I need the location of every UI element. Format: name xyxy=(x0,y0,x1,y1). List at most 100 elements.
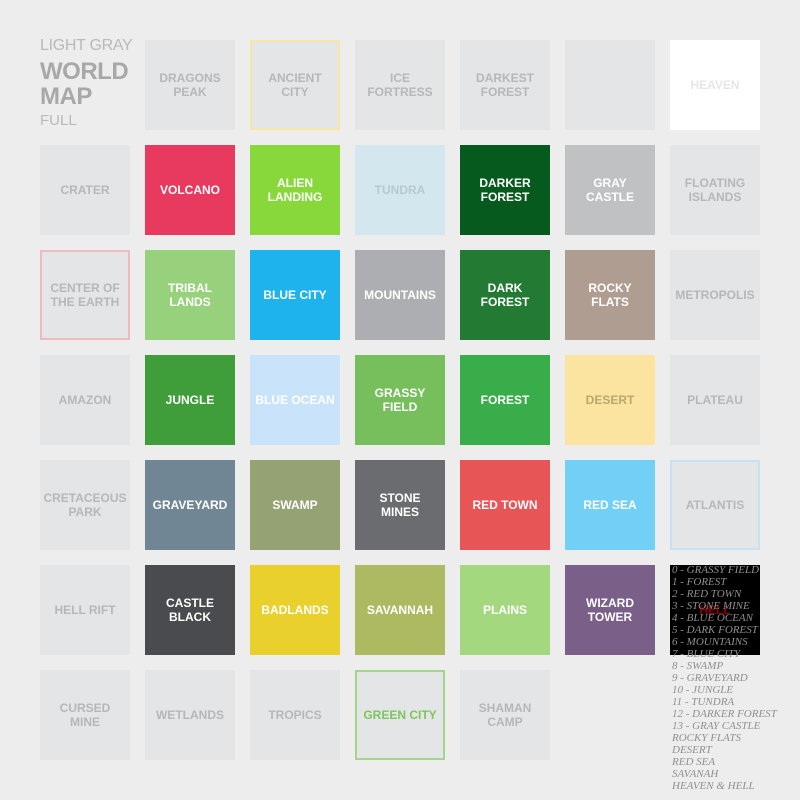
tile-label: FLOATING ISLANDS xyxy=(684,176,746,204)
tile-mountains[interactable]: MOUNTAINS xyxy=(355,250,445,340)
tile-darkest-forest[interactable]: DARKEST FOREST xyxy=(460,40,550,130)
tile-tribal-lands[interactable]: TRIBAL LANDS xyxy=(145,250,235,340)
tile-label: PLATEAU xyxy=(687,393,743,407)
tile-gray-castle[interactable]: GRAY CASTLE xyxy=(565,145,655,235)
tile-wizard-tower[interactable]: WIZARD TOWER xyxy=(565,565,655,655)
tile-savannah[interactable]: SAVANNAH xyxy=(355,565,445,655)
legend-entry: 7 - BLUE CITY xyxy=(672,648,741,660)
legend-entry: ROCKY FLATS xyxy=(672,732,741,744)
tile-cursed-mine[interactable]: CURSED MINE xyxy=(40,670,130,760)
tile-tropics[interactable]: TROPICS xyxy=(250,670,340,760)
tile-label: RED SEA xyxy=(583,498,637,512)
tile-center-of-the-earth[interactable]: CENTER OF THE EARTH xyxy=(40,250,130,340)
tile-label: RED TOWN xyxy=(472,498,538,512)
tile-label: BADLANDS xyxy=(261,603,329,617)
tile-label: ROCKY FLATS xyxy=(588,281,632,309)
legend-entry: 12 - DARKER FOREST xyxy=(672,708,777,720)
tile-label: HELL RIFT xyxy=(54,603,116,617)
tile-cretaceous-park[interactable]: CRETACEOUS PARK xyxy=(40,460,130,550)
tile-wetlands[interactable]: WETLANDS xyxy=(145,670,235,760)
tile-label: CENTER OF THE EARTH xyxy=(50,281,120,309)
tile-dark-forest[interactable]: DARK FOREST xyxy=(460,250,550,340)
tile-green-city[interactable]: GREEN CITY xyxy=(355,670,445,760)
tile-label: JUNGLE xyxy=(165,393,215,407)
tile-darker-forest[interactable]: DARKER FOREST xyxy=(460,145,550,235)
map-title: LIGHT GRAY WORLD MAP FULL xyxy=(40,37,140,129)
tile-rocky-flats[interactable]: ROCKY FLATS xyxy=(565,250,655,340)
tile-metropolis[interactable]: METROPOLIS xyxy=(670,250,760,340)
title-line-map: MAP xyxy=(40,83,92,110)
tile-ancient-city[interactable]: ANCIENT CITY xyxy=(250,40,340,130)
tile-ice-fortress[interactable]: ICE FORTRESS xyxy=(355,40,445,130)
legend-entry: 11 - TUNDRA xyxy=(672,696,735,708)
tile-label: TRIBAL LANDS xyxy=(168,281,212,309)
legend-entry: SAVANAH xyxy=(672,768,719,780)
tile-label: BLUE CITY xyxy=(263,288,327,302)
tile-label: MOUNTAINS xyxy=(364,288,436,302)
tile-graveyard[interactable]: GRAVEYARD xyxy=(145,460,235,550)
tile-blue-ocean[interactable]: BLUE OCEAN xyxy=(250,355,340,445)
tile-label: ATLANTIS xyxy=(685,498,745,512)
tile-label: ANCIENT CITY xyxy=(268,71,322,99)
tile-shaman-camp[interactable]: SHAMAN CAMP xyxy=(460,670,550,760)
tile-desert[interactable]: DESERT xyxy=(565,355,655,445)
legend-entry: 6 - MOUNTAINS xyxy=(672,636,748,648)
tile-label: FOREST xyxy=(480,393,530,407)
tile-hell-rift[interactable]: HELL RIFT xyxy=(40,565,130,655)
title-line-world: WORLD xyxy=(40,58,129,85)
tile-label: TUNDRA xyxy=(374,183,426,197)
tile-label: CRATER xyxy=(60,183,110,197)
tile-label: WIZARD TOWER xyxy=(586,596,634,624)
tile-forest[interactable]: FOREST xyxy=(460,355,550,445)
tile-dragons-peak[interactable]: DRAGONS PEAK xyxy=(145,40,235,130)
legend-entry: HEAVEN & HELL xyxy=(672,780,755,792)
tile-crater[interactable]: CRATER xyxy=(40,145,130,235)
tile-label: GRAY CASTLE xyxy=(586,176,634,204)
tile-label: TROPICS xyxy=(268,708,322,722)
tile-label: DARKEST FOREST xyxy=(475,71,534,99)
tile-label: DESERT xyxy=(585,393,635,407)
tile-plains[interactable]: PLAINS xyxy=(460,565,550,655)
tile-alien-landing[interactable]: ALIEN LANDING xyxy=(250,145,340,235)
tile-label: VOLCANO xyxy=(160,183,220,197)
tile-swamp[interactable]: SWAMP xyxy=(250,460,340,550)
tile-label: PLAINS xyxy=(482,603,527,617)
tile-blank[interactable] xyxy=(565,40,655,130)
tile-label: DARKER FOREST xyxy=(479,176,531,204)
tile-blue-city[interactable]: BLUE CITY xyxy=(250,250,340,340)
tile-jungle[interactable]: JUNGLE xyxy=(145,355,235,445)
legend-list: 0 - GRASSY FIELD 1 - FOREST 2 - RED TOWN 3 … xyxy=(672,564,800,792)
tile-stone-mines[interactable]: STONE MINES xyxy=(355,460,445,550)
legend-entry: 0 - GRASSY FIELD xyxy=(672,564,760,576)
tile-label: AMAZON xyxy=(58,393,112,407)
tile-heaven[interactable]: HEAVEN xyxy=(670,40,760,130)
legend-entry: RED SEA xyxy=(672,756,716,768)
legend-entry: 3 - STONE MINE xyxy=(672,600,750,612)
tile-grassy-field[interactable]: GRASSY FIELD xyxy=(355,355,445,445)
tile-label: CRETACEOUS PARK xyxy=(43,491,127,519)
tile-badlands[interactable]: BADLANDS xyxy=(250,565,340,655)
tile-red-sea[interactable]: RED SEA xyxy=(565,460,655,550)
tile-label: WETLANDS xyxy=(156,708,224,722)
tile-castle-black[interactable]: CASTLE BLACK xyxy=(145,565,235,655)
tile-label: ICE FORTRESS xyxy=(367,71,433,99)
tile-amazon[interactable]: AMAZON xyxy=(40,355,130,445)
tile-volcano[interactable]: VOLCANO xyxy=(145,145,235,235)
legend-entry: 8 - SWAMP xyxy=(672,660,724,672)
tile-label: CURSED MINE xyxy=(59,701,111,729)
tile-floating-islands[interactable]: FLOATING ISLANDS xyxy=(670,145,760,235)
tile-label: HEAVEN xyxy=(690,78,740,92)
legend-entry: 10 - JUNGLE xyxy=(672,684,734,696)
tile-atlantis[interactable]: ATLANTIS xyxy=(670,460,760,550)
tile-label: BLUE OCEAN xyxy=(255,393,335,407)
title-line-light-gray: LIGHT GRAY xyxy=(40,37,133,54)
tile-plateau[interactable]: PLATEAU xyxy=(670,355,760,445)
tile-label: DARK FOREST xyxy=(480,281,530,309)
tile-tundra[interactable]: TUNDRA xyxy=(355,145,445,235)
tile-red-town[interactable]: RED TOWN xyxy=(460,460,550,550)
tile-label: STONE MINES xyxy=(379,491,421,519)
tile-label: METROPOLIS xyxy=(675,288,755,302)
legend-entry: 1 - FOREST xyxy=(672,576,727,588)
legend-entry: 9 - GRAVEYARD xyxy=(672,672,748,684)
tile-label: SWAMP xyxy=(272,498,318,512)
